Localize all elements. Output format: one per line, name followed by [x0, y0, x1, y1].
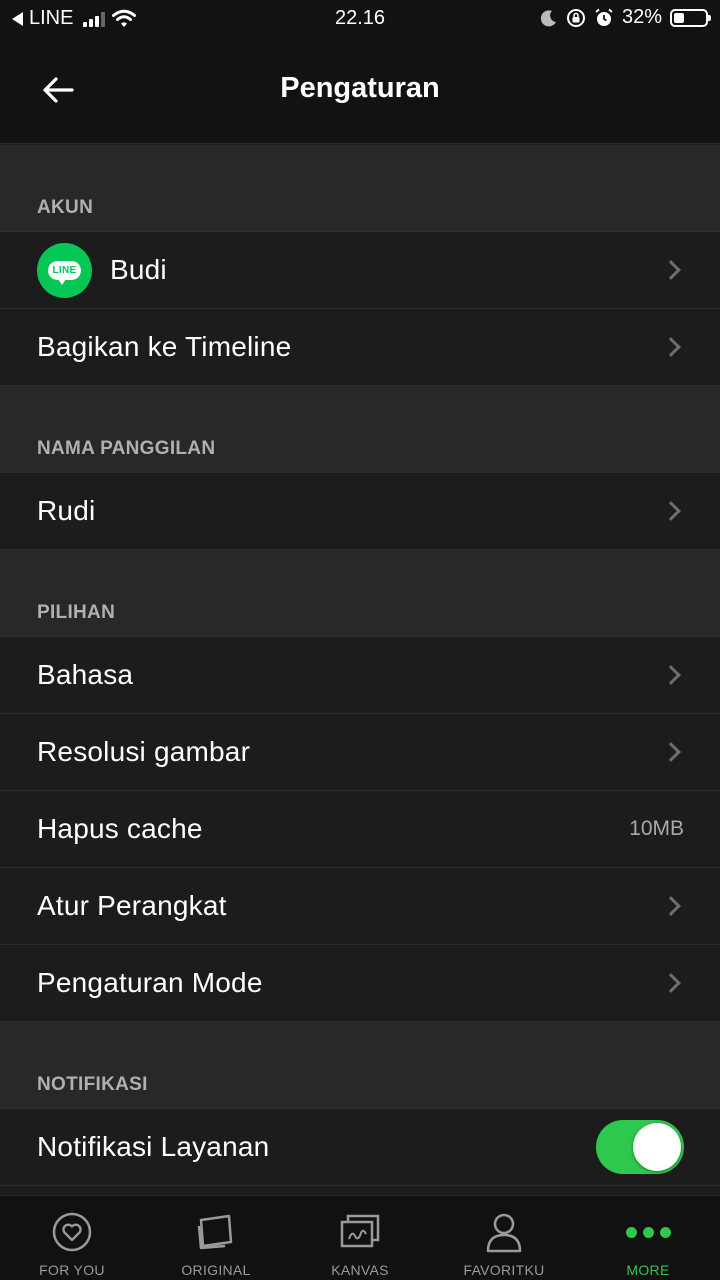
canvas-icon — [340, 1214, 380, 1248]
clear-cache-row[interactable]: Hapus cache 10MB — [0, 791, 720, 868]
section-spacer — [0, 550, 720, 590]
nav-more[interactable]: MORE — [576, 1196, 720, 1280]
nav-label-original: ORIGINAL — [181, 1262, 251, 1278]
app-header: Pengaturan — [0, 38, 720, 144]
battery-fill — [674, 12, 684, 23]
moon-icon — [540, 9, 556, 26]
battery-percent: 32% — [621, 6, 662, 28]
nickname-row[interactable]: Rudi — [0, 473, 720, 550]
image-resolution-row[interactable]: Resolusi gambar — [0, 714, 720, 791]
status-right: 32% — [540, 6, 711, 29]
more-dots-icon — [625, 1226, 671, 1238]
chevron-right-icon — [661, 973, 681, 993]
heart-circle-icon — [52, 1212, 92, 1252]
service-notifications-toggle[interactable] — [596, 1120, 684, 1174]
service-notifications-row: Notifikasi Layanan — [0, 1109, 720, 1186]
chevron-right-icon — [661, 337, 681, 357]
nav-label-for-you: FOR YOU — [39, 1262, 105, 1278]
section-spacer — [0, 145, 720, 185]
clear-cache-label: Hapus cache — [37, 813, 203, 844]
nav-kanvas[interactable]: KANVAS — [288, 1196, 432, 1280]
section-header-akun: AKUN — [0, 185, 720, 232]
nav-label-favoritku: FAVORITKU — [463, 1262, 545, 1278]
rotation-lock-icon — [566, 8, 585, 27]
chevron-right-icon — [661, 742, 681, 762]
share-timeline-label: Bagikan ke Timeline — [37, 331, 292, 362]
alarm-icon — [595, 8, 613, 26]
language-label: Bahasa — [37, 659, 134, 690]
settings-list[interactable]: AKUN LINE Budi Bagikan ke Timeline NAMA … — [0, 145, 720, 1195]
language-row[interactable]: Bahasa — [0, 637, 720, 714]
line-logo-icon: LINE — [37, 242, 92, 298]
nav-for-you[interactable]: FOR YOU — [0, 1196, 144, 1280]
service-notifications-label: Notifikasi Layanan — [37, 1131, 270, 1162]
section-header-options: PILIHAN — [0, 590, 720, 637]
mode-settings-row[interactable]: Pengaturan Mode — [0, 945, 720, 1022]
battery-icon — [670, 8, 711, 27]
bottom-nav: FOR YOU ORIGINAL KANVAS FAVORITKU MORE — [0, 1195, 720, 1280]
toggle-knob — [633, 1123, 681, 1171]
chevron-right-icon — [661, 665, 681, 685]
chevron-right-icon — [661, 501, 681, 521]
section-header-nickname: NAMA PANGGILAN — [0, 426, 720, 473]
share-timeline-row[interactable]: Bagikan ke Timeline — [0, 309, 720, 386]
chevron-right-icon — [661, 260, 681, 280]
chevron-right-icon — [661, 896, 681, 916]
nav-label-kanvas: KANVAS — [331, 1262, 389, 1278]
image-resolution-label: Resolusi gambar — [37, 736, 251, 767]
nickname-value: Rudi — [37, 495, 96, 526]
section-spacer — [0, 1022, 720, 1062]
cache-size: 10MB — [629, 817, 684, 840]
person-icon — [486, 1213, 522, 1253]
nav-original[interactable]: ORIGINAL — [144, 1196, 288, 1280]
line-logo-text: LINE — [47, 260, 82, 285]
section-spacer — [0, 386, 720, 426]
section-header-notifications: NOTIFIKASI — [0, 1062, 720, 1109]
next-notification-row — [0, 1186, 720, 1195]
account-row[interactable]: LINE Budi — [0, 232, 720, 309]
status-bar: LINE 22.16 32% — [0, 0, 720, 38]
device-settings-label: Atur Perangkat — [37, 890, 227, 921]
page-title: Pengaturan — [280, 72, 440, 104]
comic-pages-icon — [197, 1214, 233, 1250]
device-settings-row[interactable]: Atur Perangkat — [0, 868, 720, 945]
mode-settings-label: Pengaturan Mode — [37, 967, 263, 998]
account-name: Budi — [110, 254, 167, 285]
nav-favoritku[interactable]: FAVORITKU — [432, 1196, 576, 1280]
nav-label-more: MORE — [626, 1262, 670, 1278]
